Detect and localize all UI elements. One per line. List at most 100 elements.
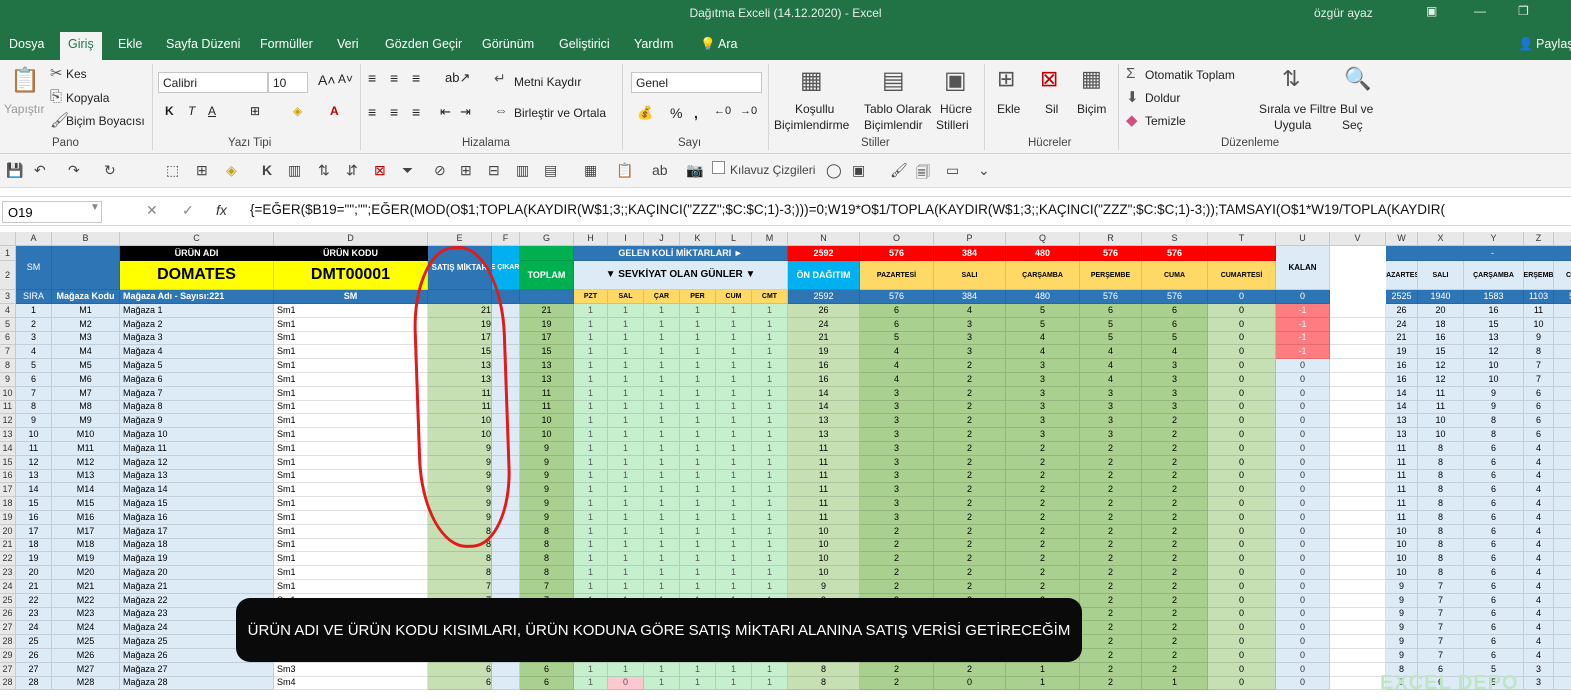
column-header-R[interactable]: R: [1080, 232, 1142, 246]
cell-on-dagitim[interactable]: 11: [788, 442, 860, 456]
tab-giris[interactable]: Giriş: [60, 32, 102, 60]
cell-sevk-flag[interactable]: 1: [644, 331, 680, 346]
cell-sevk-flag[interactable]: 1: [608, 566, 644, 580]
header-b[interactable]: [52, 246, 120, 290]
cell-sevk-flag[interactable]: 1: [574, 359, 608, 373]
fill-button[interactable]: Doldur: [1145, 91, 1180, 105]
cell-right-value[interactable]: 9: [1386, 593, 1418, 608]
cell-day-value[interactable]: 4: [860, 359, 934, 373]
fill-color-icon[interactable]: ◈: [293, 104, 302, 118]
cell-day-value[interactable]: 2: [1142, 428, 1208, 442]
row-header-11[interactable]: 11: [0, 400, 16, 415]
cell-magaza-kodu[interactable]: M22: [52, 593, 120, 608]
align-left-icon[interactable]: ≡: [368, 104, 376, 120]
cell-sevk-flag[interactable]: 1: [680, 414, 716, 429]
row-header-28[interactable]: 28: [0, 635, 16, 649]
cell-toplam[interactable]: 10: [520, 414, 574, 429]
cell-right-value[interactable]: 9: [1464, 386, 1524, 401]
cell-day-value[interactable]: 0: [1208, 538, 1276, 553]
cell-toplam[interactable]: 11: [520, 400, 574, 415]
cell-day-value[interactable]: 2: [934, 552, 1006, 567]
cell-magaza-kodu[interactable]: M16: [52, 511, 120, 525]
cell-right-value[interactable]: 7: [1418, 580, 1464, 594]
header-short-day[interactable]: PER: [680, 290, 716, 304]
cell-sm[interactable]: Sm1: [274, 483, 428, 498]
cell-right-value[interactable]: 4: [1554, 345, 1571, 360]
cell-day-value[interactable]: 2: [1006, 538, 1080, 553]
cell-v[interactable]: [1330, 442, 1386, 456]
cell-sira[interactable]: 9: [16, 414, 52, 429]
cell-magaza-adi[interactable]: Mağaza 18: [120, 538, 274, 553]
cell-day-value[interactable]: 6: [860, 304, 934, 318]
cell-magaza-kodu[interactable]: M24: [52, 621, 120, 636]
print-preview-icon[interactable]: 🗐: [916, 162, 930, 186]
merge-center-button[interactable]: Birleştir ve Ortala: [514, 106, 606, 120]
cell-right-value[interactable]: 9: [1386, 635, 1418, 649]
borders-icon[interactable]: ⊞: [250, 104, 260, 118]
align-top-icon[interactable]: ≡: [368, 70, 376, 86]
enter-formula-icon[interactable]: ✓: [182, 202, 194, 219]
row-header-23[interactable]: 23: [0, 566, 16, 580]
cell-right-value[interactable]: 7: [1418, 621, 1464, 636]
cell-toplam[interactable]: 17: [520, 331, 574, 346]
cell-sevk-flag[interactable]: 1: [752, 345, 788, 360]
cell-sevk-flag[interactable]: 1: [680, 359, 716, 373]
restore-icon[interactable]: ❐: [1518, 4, 1529, 18]
cell-sevk-flag[interactable]: 1: [716, 497, 752, 511]
cell-right-value[interactable]: 2: [1554, 524, 1571, 539]
cell-sevk-flag[interactable]: 1: [644, 580, 680, 594]
cell-sevk-flag[interactable]: 1: [574, 497, 608, 511]
cell-sm[interactable]: Sm1: [274, 373, 428, 387]
cell-day-value[interactable]: 0: [1208, 621, 1276, 636]
freeze-icon[interactable]: ▥: [288, 162, 301, 179]
cell-right-value[interactable]: 9: [1386, 607, 1418, 622]
cell-magaza-kodu[interactable]: M20: [52, 566, 120, 580]
cell-day-value[interactable]: 2: [1006, 566, 1080, 580]
format-as-table-label-2[interactable]: Biçimlendir: [864, 118, 923, 132]
cell-satis[interactable]: 7: [428, 580, 492, 594]
cell-day-value[interactable]: 3: [1142, 386, 1208, 401]
cell-right-value[interactable]: 10: [1386, 552, 1418, 567]
cell-magaza-kodu[interactable]: M10: [52, 428, 120, 442]
cell-sevk-flag[interactable]: 1: [680, 524, 716, 539]
cell-right-value[interactable]: 11: [1524, 304, 1554, 318]
cell-kalan[interactable]: 0: [1276, 566, 1330, 580]
save-icon[interactable]: 💾: [6, 162, 23, 179]
row-header-2[interactable]: 2: [0, 261, 16, 290]
cell-day-value[interactable]: 3: [1006, 400, 1080, 415]
find-select-label-1[interactable]: Bul ve: [1340, 102, 1373, 116]
cell-day-value[interactable]: 4: [860, 373, 934, 387]
repeat-icon[interactable]: ↻: [104, 162, 116, 179]
cell-kalan[interactable]: 0: [1276, 414, 1330, 429]
cell-sevk-flag[interactable]: 1: [574, 566, 608, 580]
cell-day-value[interactable]: 2: [1142, 566, 1208, 580]
cell-sira[interactable]: 25: [16, 635, 52, 649]
header-day[interactable]: SALI: [934, 261, 1006, 290]
cell-day-value[interactable]: 3: [1080, 386, 1142, 401]
cell-day-value[interactable]: 0: [1208, 580, 1276, 594]
header-magaza-adi[interactable]: Mağaza Adı - Sayısı:221: [120, 290, 274, 304]
sort-filter-icon[interactable]: ⇅: [1282, 66, 1300, 92]
tab-dosya[interactable]: Dosya: [9, 37, 44, 51]
cell-sevk-flag[interactable]: 1: [752, 373, 788, 387]
cell-magaza-adi[interactable]: Mağaza 27: [120, 662, 274, 677]
column-header-M[interactable]: M: [752, 232, 788, 246]
cell-day-value[interactable]: 2: [1080, 538, 1142, 553]
cell-day-value[interactable]: 2: [934, 414, 1006, 429]
cell-magaza-adi[interactable]: Mağaza 4: [120, 345, 274, 360]
cell-sevk-flag[interactable]: 1: [574, 580, 608, 594]
cell-sevk-flag[interactable]: 1: [716, 386, 752, 401]
cell-sm[interactable]: Sm1: [274, 497, 428, 511]
cell-sevk-flag[interactable]: 1: [574, 386, 608, 401]
header-short-day[interactable]: PZT: [574, 290, 608, 304]
cell-sm[interactable]: Sm1: [274, 386, 428, 401]
cell-sira[interactable]: 20: [16, 566, 52, 580]
cell-day-value[interactable]: 3: [1142, 400, 1208, 415]
cell-on-dagitim[interactable]: 21: [788, 331, 860, 346]
lightbulb-icon[interactable]: 💡: [700, 37, 716, 52]
cell-right-value[interactable]: 4: [1524, 566, 1554, 580]
insert-cells-icon[interactable]: ⊞: [997, 66, 1015, 92]
row3-total[interactable]: 384: [934, 290, 1006, 304]
cell-day-value[interactable]: 2: [1006, 511, 1080, 525]
cell-toplam[interactable]: 9: [520, 511, 574, 525]
